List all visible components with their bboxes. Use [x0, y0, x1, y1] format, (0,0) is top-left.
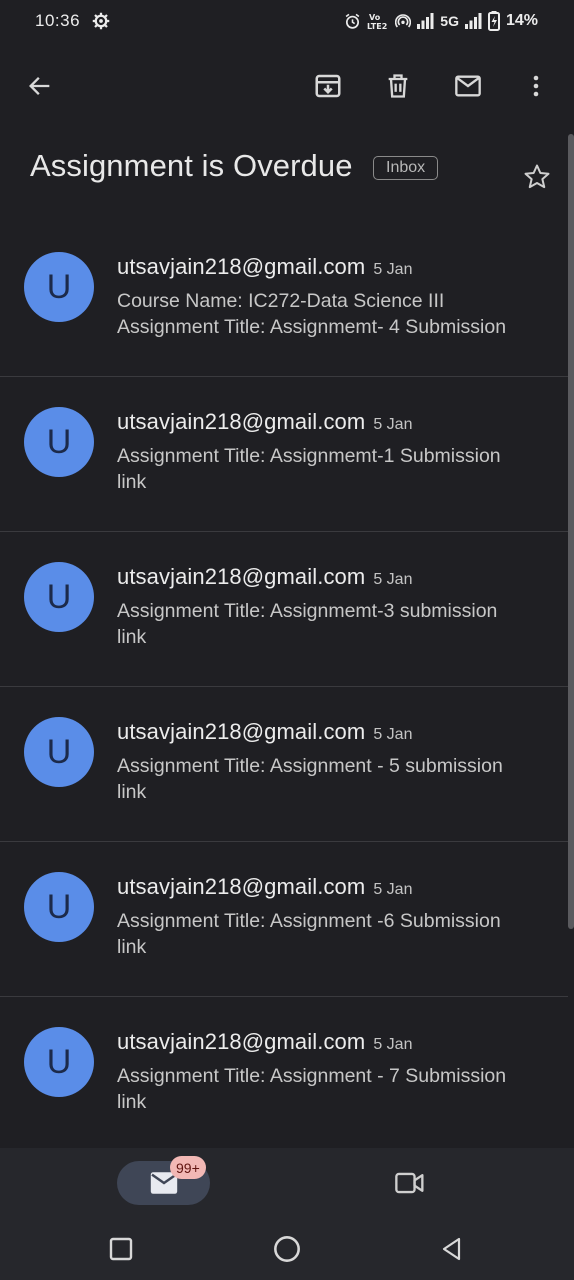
avatar[interactable]: U: [24, 872, 94, 942]
alarm-icon: [344, 13, 361, 30]
more-vert-icon: [533, 75, 539, 97]
avatar[interactable]: U: [24, 717, 94, 787]
message-date: 5 Jan: [373, 881, 413, 898]
message-item[interactable]: U utsavjain218@gmail.com 5 Jan Course Nam…: [0, 222, 568, 377]
unread-count-badge: 99+: [170, 1156, 206, 1179]
settings-gear-icon: [92, 12, 110, 30]
snippet-line: link: [117, 471, 147, 493]
battery-level: 14%: [505, 12, 538, 29]
recent-apps-icon: [109, 1237, 133, 1261]
back-triangle-icon: [442, 1237, 461, 1261]
meet-tab[interactable]: [388, 1164, 432, 1202]
home-button[interactable]: [270, 1232, 304, 1266]
bottom-nav: 99+: [0, 1148, 574, 1218]
subject-row: Assignment is Overdue Inbox: [0, 134, 574, 208]
mark-unread-icon: [455, 75, 481, 97]
sender-email: utsavjain218@gmail.com: [117, 874, 366, 899]
snippet-line: link: [117, 936, 147, 958]
message-date: 5 Jan: [373, 1036, 413, 1053]
sender-email: utsavjain218@gmail.com: [117, 719, 366, 744]
sender-email: utsavjain218@gmail.com: [117, 254, 366, 279]
system-nav-bar: [0, 1218, 574, 1280]
snippet-line: Assignment Title: Assignmemt-1 Submissio…: [117, 445, 501, 467]
battery-charging-icon: [487, 11, 500, 31]
recent-apps-button[interactable]: [104, 1232, 138, 1266]
message-item[interactable]: U utsavjain218@gmail.com 5 Jan Assignment…: [0, 532, 568, 687]
message-snippet: Course Name: IC272-Data Science III Assig…: [117, 288, 557, 340]
archive-icon: [315, 74, 341, 98]
message-snippet: Assignment Title: Assignmemt-1 Submissio…: [117, 443, 557, 495]
snippet-line: link: [117, 1091, 147, 1113]
mark-unread-button[interactable]: [444, 62, 492, 110]
message-snippet: Assignment Title: Assignmemt-3 submissio…: [117, 598, 557, 650]
volte-icon: Vo LTE2: [367, 12, 389, 30]
hotspot-icon: [395, 13, 412, 29]
star-button[interactable]: [522, 162, 556, 196]
email-subject: Assignment is Overdue: [30, 148, 353, 183]
message-date: 5 Jan: [373, 416, 413, 433]
status-time: 10:36: [35, 11, 81, 30]
signal-icon-2: [464, 13, 482, 29]
back-button[interactable]: [16, 62, 64, 110]
message-date: 5 Jan: [373, 261, 413, 278]
delete-button[interactable]: [374, 62, 422, 110]
sender-email: utsavjain218@gmail.com: [117, 409, 366, 434]
snippet-line: Assignment Title: Assignment -6 Submissi…: [117, 910, 501, 932]
signal-icon: [417, 13, 434, 29]
message-snippet: Assignment Title: Assignment -6 Submissi…: [117, 908, 557, 960]
avatar[interactable]: U: [24, 407, 94, 477]
svg-text:LTE2: LTE2: [367, 22, 387, 30]
snippet-line: Assignment Title: Assignment - 7 Submiss…: [117, 1065, 507, 1087]
more-options-button[interactable]: [512, 62, 560, 110]
svg-text:Vo: Vo: [369, 13, 381, 22]
snippet-line: Course Name: IC272-Data Science III: [117, 290, 445, 312]
message-item[interactable]: U utsavjain218@gmail.com 5 Jan Assignment…: [0, 687, 568, 842]
message-date: 5 Jan: [373, 726, 413, 743]
status-bar: 10:36 Vo LTE2 5G 14%: [0, 0, 574, 42]
toolbar: [0, 42, 574, 134]
snippet-line: Assignment Title: Assignmemt- 4 Submissi…: [117, 316, 507, 338]
video-camera-icon: [395, 1172, 424, 1194]
message-thread: U utsavjain218@gmail.com 5 Jan Course Nam…: [0, 222, 568, 1152]
avatar[interactable]: U: [24, 252, 94, 322]
sender-email: utsavjain218@gmail.com: [117, 1029, 366, 1054]
archive-button[interactable]: [304, 62, 352, 110]
message-snippet: Assignment Title: Assignment - 7 Submiss…: [117, 1063, 557, 1115]
message-item[interactable]: U utsavjain218@gmail.com 5 Jan Assignment…: [0, 842, 568, 997]
snippet-line: Assignment Title: Assignment - 5 submiss…: [117, 755, 503, 777]
sender-email: utsavjain218@gmail.com: [117, 564, 366, 589]
snippet-line: Assignment Title: Assignmemt-3 submissio…: [117, 600, 498, 622]
avatar[interactable]: U: [24, 1027, 94, 1097]
message-item[interactable]: U utsavjain218@gmail.com 5 Jan Assignment…: [0, 377, 568, 532]
home-icon: [274, 1236, 300, 1262]
delete-icon: [388, 74, 408, 98]
star-icon: [524, 164, 550, 189]
message-item[interactable]: U utsavjain218@gmail.com 5 Jan Assignment…: [0, 997, 568, 1152]
snippet-line: link: [117, 781, 147, 803]
back-arrow-icon: [29, 77, 50, 95]
message-date: 5 Jan: [373, 571, 413, 588]
avatar[interactable]: U: [24, 562, 94, 632]
system-back-button[interactable]: [435, 1232, 469, 1266]
inbox-label-chip[interactable]: Inbox: [373, 156, 439, 180]
scrollbar-thumb[interactable]: [568, 134, 574, 929]
message-snippet: Assignment Title: Assignment - 5 submiss…: [117, 753, 557, 805]
snippet-line: link: [117, 626, 147, 648]
network-type: 5G: [440, 13, 459, 29]
